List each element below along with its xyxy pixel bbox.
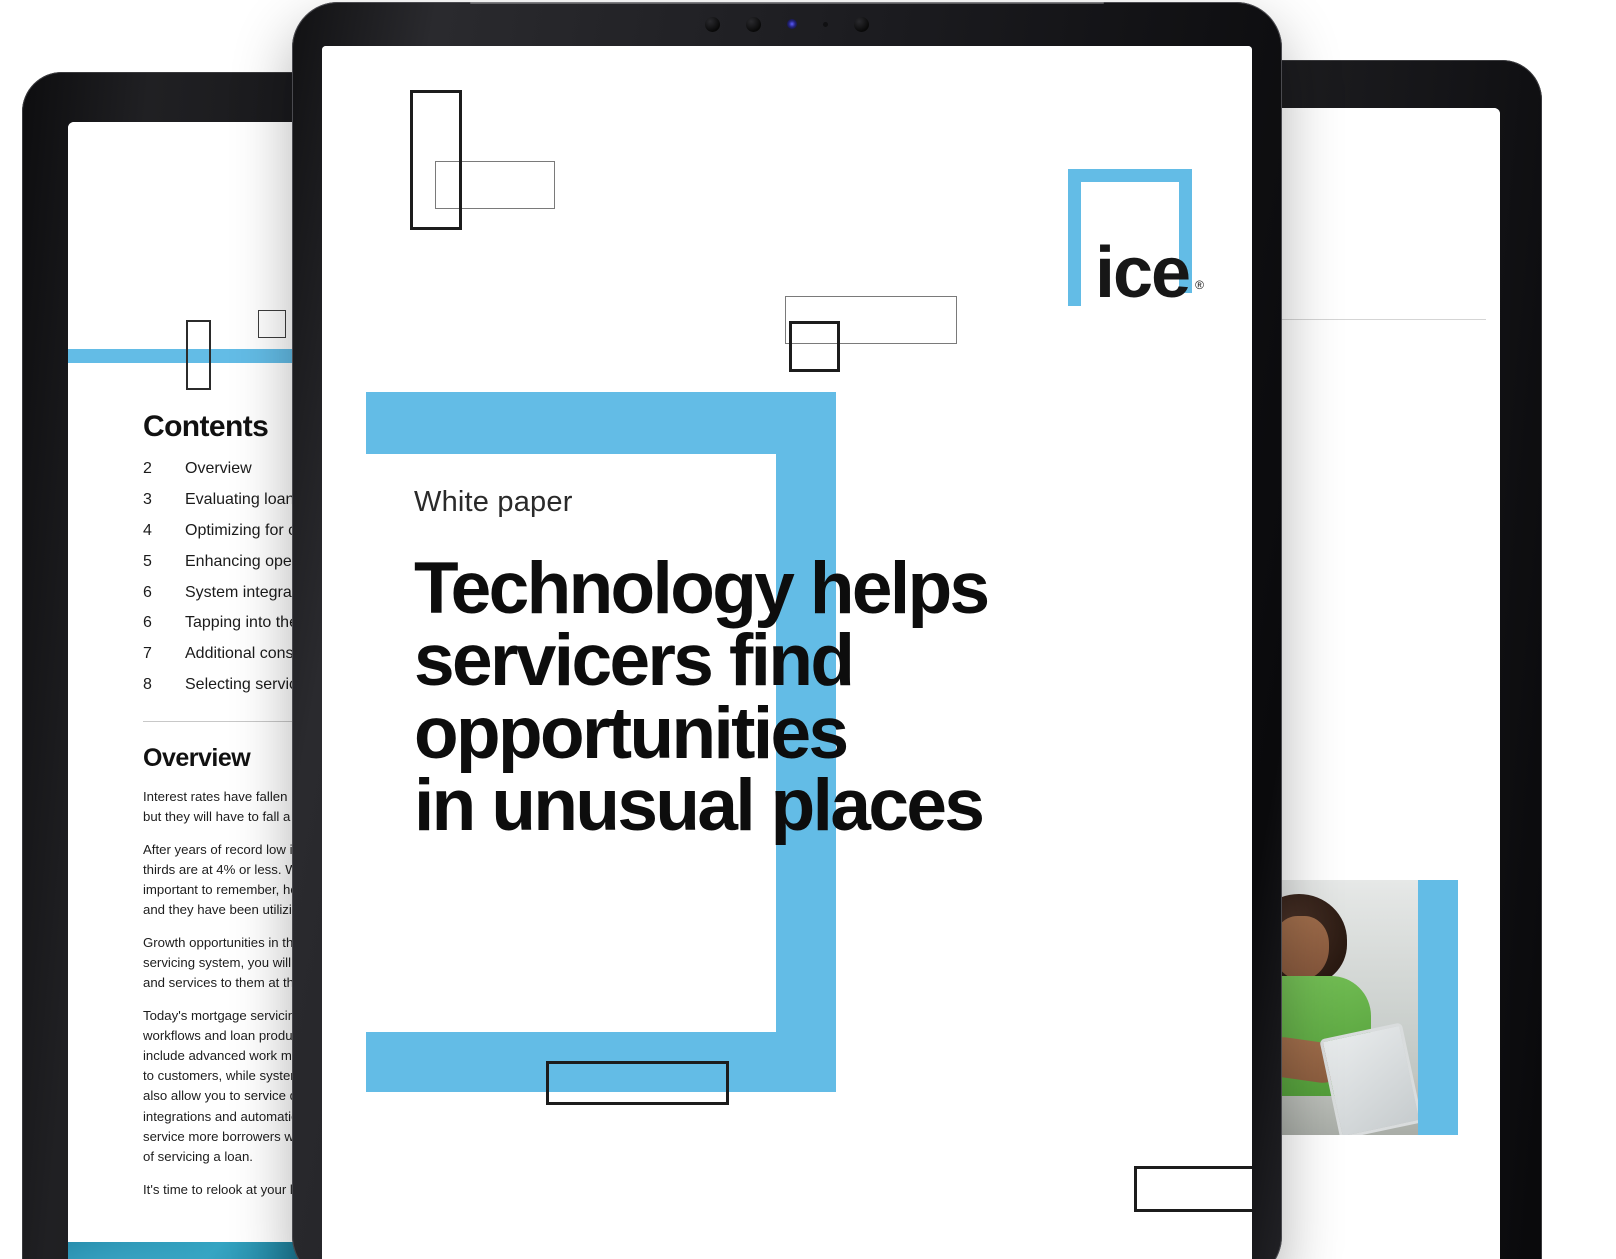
screenshot-canvas: Contents 2 Overview 3 Evaluating loan s … xyxy=(0,0,1616,1259)
decorative-rectangle-vertical-icon xyxy=(410,90,462,230)
accent-bracket-top xyxy=(366,392,836,454)
cover-text-block: White paper Technology helps servicers f… xyxy=(414,486,1174,842)
cover-title-line: in unusual places xyxy=(414,764,985,846)
toc-label: Enhancing opera xyxy=(185,552,306,570)
cover-kicker: White paper xyxy=(414,486,573,518)
whitepaper-cover-page: ice ® White paper Technology helps servi… xyxy=(322,46,1252,1259)
cover-title-line: opportunities xyxy=(414,692,849,774)
registered-mark: ® xyxy=(1195,278,1204,292)
toc-label: System integratio xyxy=(185,583,309,601)
tablet-center-screen: ice ® White paper Technology helps servi… xyxy=(322,46,1252,1259)
decorative-square-icon xyxy=(789,321,840,372)
toc-page-number: 2 xyxy=(143,460,152,477)
toc-page-number: 5 xyxy=(143,552,152,570)
decorative-rectangle-horizontal-icon xyxy=(546,1061,729,1105)
toc-label: Overview xyxy=(185,460,252,477)
toc-page-number: 3 xyxy=(143,490,152,508)
toc-label: Selecting servicin xyxy=(185,676,310,694)
toc-label: Additional consid xyxy=(185,645,306,663)
tablet-sensor-bar xyxy=(292,2,1282,46)
accent-bar xyxy=(1418,880,1458,1135)
toc-page-number: 8 xyxy=(143,676,152,694)
cover-title: Technology helps servicers find opportun… xyxy=(414,548,1174,846)
tablet-device-center: ice ® White paper Technology helps servi… xyxy=(292,2,1282,1259)
toc-page-number: 6 xyxy=(143,583,152,601)
decorative-rectangle-horizontal-icon xyxy=(1134,1166,1252,1212)
status-led-icon xyxy=(787,19,797,29)
ice-logo-wordmark: ice xyxy=(1095,233,1191,313)
toc-page-number: 6 xyxy=(143,614,152,632)
decorative-square-icon xyxy=(258,310,286,338)
ice-logo: ice ® xyxy=(1068,169,1204,309)
front-camera-icon xyxy=(854,16,869,32)
toc-page-number: 7 xyxy=(143,645,152,663)
toc-label: Optimizing for cu xyxy=(185,521,306,539)
bezel-highlight xyxy=(470,2,1104,4)
decorative-rectangle-icon xyxy=(186,320,211,390)
proximity-sensor-icon xyxy=(746,16,761,32)
cover-title-line: Technology helps xyxy=(414,548,990,629)
toc-page-number: 4 xyxy=(143,521,152,539)
toc-label: Evaluating loan s xyxy=(185,490,307,508)
cover-title-line: servicers find xyxy=(414,620,855,702)
camera-lens-icon xyxy=(705,16,720,32)
ambient-sensor-icon xyxy=(823,21,828,27)
